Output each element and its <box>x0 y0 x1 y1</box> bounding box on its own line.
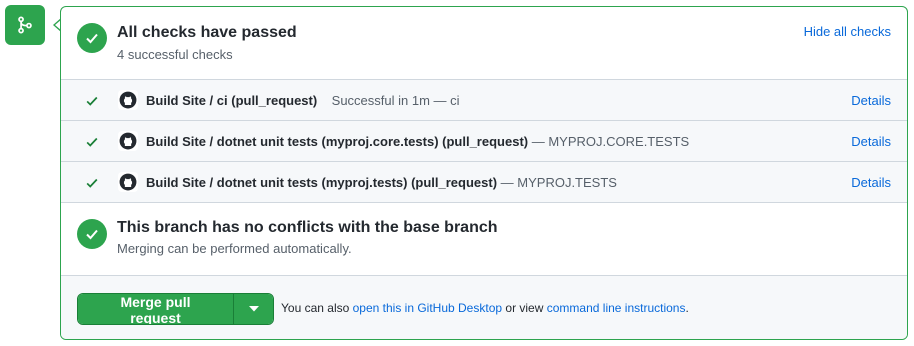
github-actions-icon <box>118 131 138 151</box>
command-line-instructions-link[interactable]: command line instructions <box>547 301 686 315</box>
check-text: Build Site / dotnet unit tests (myproj.c… <box>146 134 689 149</box>
check-description: — MYPROJ.CORE.TESTS <box>531 133 690 149</box>
check-icon <box>85 135 99 154</box>
check-description: Successful in 1m — ci <box>331 92 460 108</box>
success-check-icon <box>77 23 107 53</box>
merge-status: This branch has no conflicts with the ba… <box>61 203 907 276</box>
details-link[interactable]: Details <box>851 175 891 190</box>
caret-down-icon <box>248 306 259 312</box>
merge-box: All checks have passed 4 successful chec… <box>60 6 908 340</box>
merge-status-title: This branch has no conflicts with the ba… <box>117 219 498 236</box>
footer-prefix: You can also <box>281 301 350 315</box>
check-name: Build Site / dotnet unit tests (myproj.c… <box>146 133 529 149</box>
details-link[interactable]: Details <box>851 93 891 108</box>
merge-pull-request-button[interactable]: Merge pull request <box>78 294 233 324</box>
footer-middle: or view <box>505 301 544 315</box>
merge-options-dropdown[interactable] <box>233 294 273 324</box>
footer-text: You can also open this in GitHub Desktop… <box>281 301 689 315</box>
check-text: Build Site / ci (pull_request) Successfu… <box>146 93 460 108</box>
check-row: Build Site / dotnet unit tests (myproj.t… <box>61 162 907 203</box>
check-row: Build Site / dotnet unit tests (myproj.c… <box>61 121 907 162</box>
checks-title: All checks have passed <box>117 24 297 41</box>
merge-footer: Merge pull request You can also open thi… <box>61 276 907 339</box>
open-github-desktop-link[interactable]: open this in GitHub Desktop <box>353 301 502 315</box>
check-icon <box>85 94 99 113</box>
merge-button-group: Merge pull request <box>77 293 274 325</box>
merge-status-subtitle: Merging can be performed automatically. <box>117 241 352 256</box>
hide-all-checks-link[interactable]: Hide all checks <box>804 24 891 39</box>
check-description: — MYPROJ.TESTS <box>500 174 617 190</box>
github-actions-icon <box>118 172 138 192</box>
success-check-icon <box>77 219 107 249</box>
checks-subtitle: 4 successful checks <box>117 47 233 62</box>
checks-summary: All checks have passed 4 successful chec… <box>61 7 907 80</box>
check-text: Build Site / dotnet unit tests (myproj.t… <box>146 175 617 190</box>
github-actions-icon <box>118 90 138 110</box>
check-icon <box>85 176 99 195</box>
details-link[interactable]: Details <box>851 134 891 149</box>
git-merge-icon <box>5 5 45 45</box>
check-name: Build Site / ci (pull_request) <box>146 92 318 108</box>
footer-suffix: . <box>685 301 689 315</box>
check-row: Build Site / ci (pull_request) Successfu… <box>61 80 907 121</box>
check-name: Build Site / dotnet unit tests (myproj.t… <box>146 174 498 190</box>
